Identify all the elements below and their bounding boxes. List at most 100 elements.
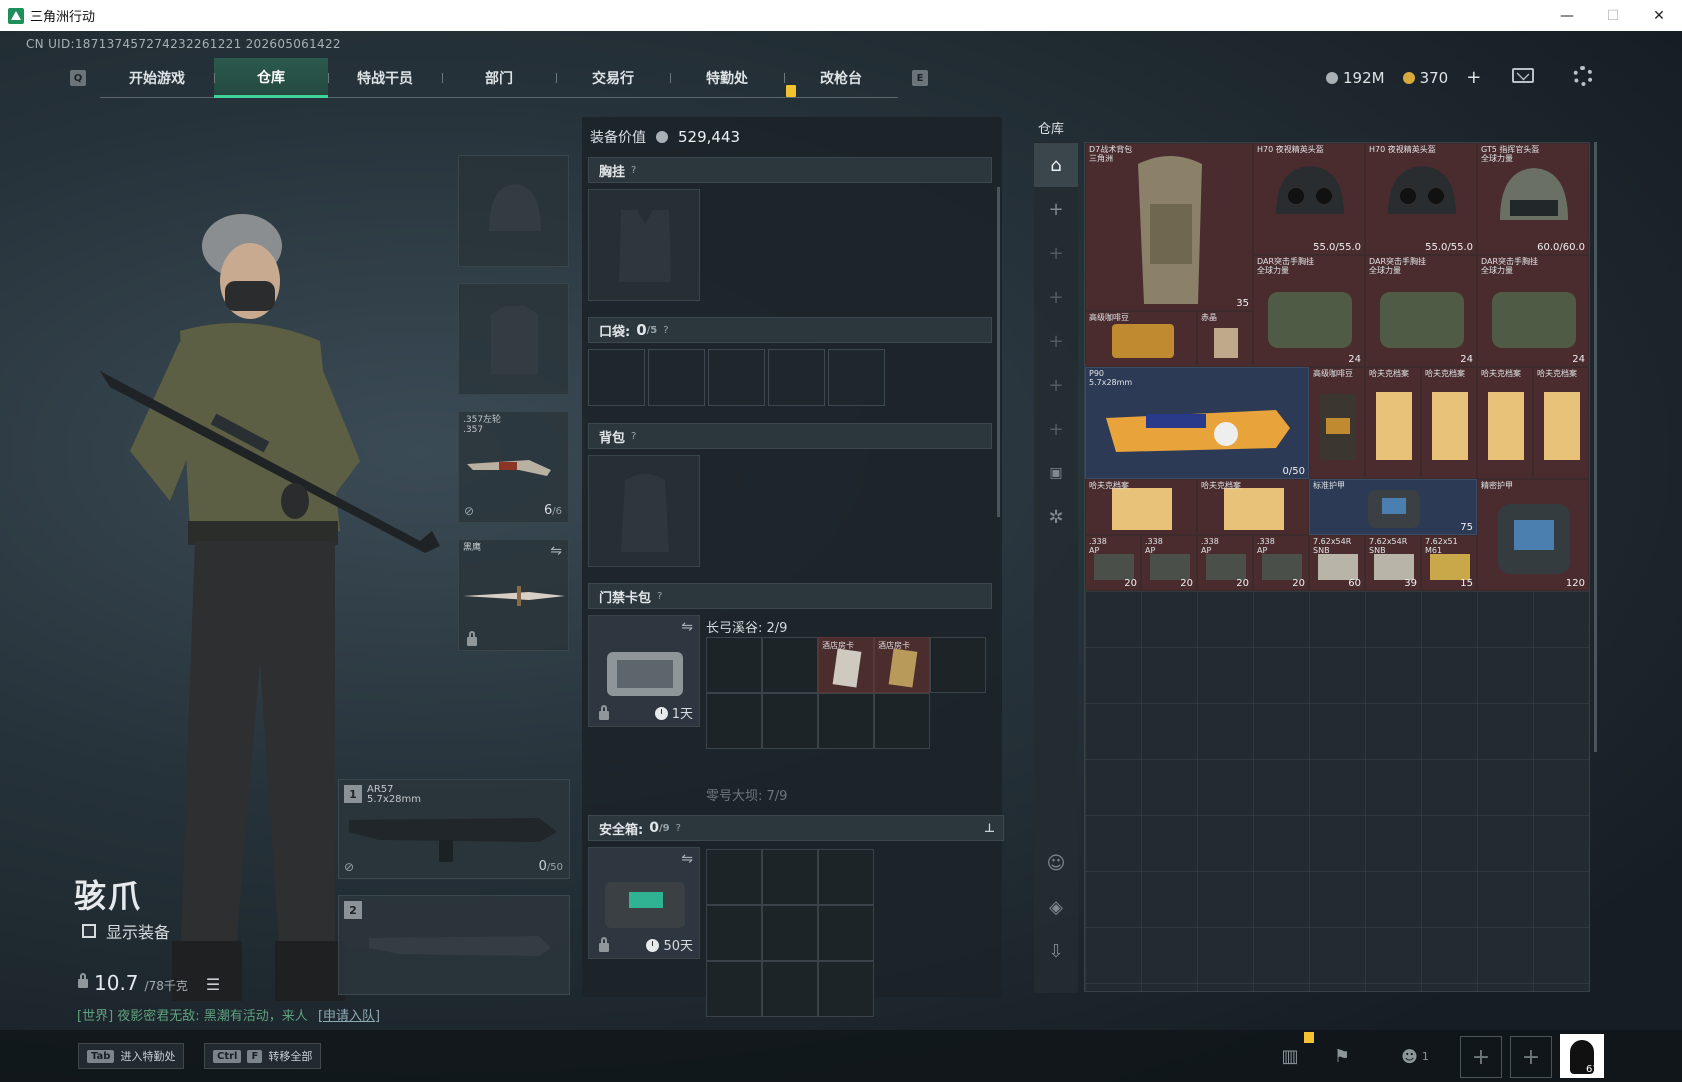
key-slot[interactable] <box>762 693 818 749</box>
tab-gunsmith[interactable]: 改枪台 <box>784 58 898 98</box>
key-card-item[interactable]: 酒店房卡 <box>818 637 874 693</box>
key-slot[interactable] <box>930 637 986 693</box>
tab-market[interactable]: 交易行 <box>556 58 670 98</box>
join-team-link[interactable]: [申请入队] <box>318 1009 380 1024</box>
safebox-slot[interactable]: ⇋ 50天 <box>588 847 700 959</box>
minimize-button[interactable]: — <box>1544 0 1590 31</box>
maximize-button[interactable]: ☐ <box>1590 0 1636 31</box>
warehouse-item[interactable]: .338 AP 20 <box>1085 535 1141 591</box>
swap-icon[interactable]: ⇋ <box>681 851 693 867</box>
key-card-item[interactable]: 酒店房卡 <box>874 637 930 693</box>
warehouse-item[interactable]: 7.62x54R SNB 60 <box>1309 535 1365 591</box>
sort-icon[interactable]: ⇩ <box>1034 929 1078 973</box>
tab-warehouse[interactable]: 仓库 <box>214 58 328 98</box>
show-equipment-toggle[interactable]: 显示装备 <box>82 919 170 943</box>
swap-icon[interactable]: ⇋ <box>681 619 693 635</box>
help-icon[interactable]: ? <box>663 325 668 336</box>
add-page-icon[interactable]: + <box>1034 187 1078 231</box>
add-page-icon[interactable]: + <box>1034 407 1078 451</box>
help-icon[interactable]: ? <box>676 823 681 834</box>
add-page-icon[interactable]: + <box>1034 275 1078 319</box>
pin-icon[interactable]: ⊥ <box>984 821 995 835</box>
invite-slot-button[interactable]: + <box>1510 1036 1552 1078</box>
safebox-cell[interactable] <box>818 961 874 1017</box>
warehouse-item[interactable]: 哈夫克档案 <box>1421 367 1477 479</box>
pocket-slot[interactable] <box>708 349 765 406</box>
keycard-case-slot[interactable]: ⇋ 1天 <box>588 615 700 727</box>
warehouse-item[interactable]: H70 夜视精英头盔 55.0/55.0 <box>1253 143 1365 255</box>
add-coupon-button[interactable]: + <box>1466 67 1481 88</box>
primary-weapon-slot[interactable]: 1 AR57 5.7x28mm ⊘ 0/50 <box>338 779 570 879</box>
tab-start-game[interactable]: 开始游戏 <box>100 58 214 98</box>
warehouse-item[interactable]: D7战术背包 三角洲 35 <box>1085 143 1253 311</box>
pocket-slot[interactable] <box>768 349 825 406</box>
close-button[interactable]: ✕ <box>1636 0 1682 31</box>
warehouse-item[interactable]: 标准护甲 75 <box>1309 479 1477 535</box>
mail-icon[interactable] <box>1512 68 1534 83</box>
warehouse-item[interactable]: .338 AP 20 <box>1141 535 1197 591</box>
settings-gear-icon[interactable]: ✲ <box>1034 495 1078 539</box>
warehouse-item[interactable]: 7.62x51 M61 15 <box>1421 535 1477 591</box>
safebox-cell[interactable] <box>706 849 762 905</box>
secondary-weapon-slot[interactable]: 2 <box>338 895 570 995</box>
safebox-cell[interactable] <box>818 905 874 961</box>
safebox-cell[interactable] <box>762 961 818 1017</box>
pistol-slot[interactable]: .357左轮 .357 ⊘ 6/6 <box>458 411 569 523</box>
safebox-cell[interactable] <box>818 849 874 905</box>
warehouse-item[interactable]: 哈夫克档案 <box>1477 367 1533 479</box>
warehouse-item[interactable]: DAR突击手胸挂 全球力量 24 <box>1477 255 1589 367</box>
chest-rig-slot[interactable] <box>588 189 700 301</box>
flag-icon[interactable]: ⚑ <box>1326 1040 1358 1072</box>
warehouse-item[interactable]: .338 AP 20 <box>1197 535 1253 591</box>
stats-icon[interactable]: ▥ <box>1274 1040 1306 1072</box>
weight-details-icon[interactable]: ☰ <box>206 975 220 994</box>
pocket-slot[interactable] <box>828 349 885 406</box>
tab-department[interactable]: 部门 <box>442 58 556 98</box>
nav-next-key[interactable]: E <box>912 70 928 86</box>
tab-special-ops[interactable]: 特勤处 <box>670 58 784 98</box>
safebox-cell[interactable] <box>706 905 762 961</box>
key-slot[interactable] <box>762 637 818 693</box>
add-page-icon[interactable]: + <box>1034 231 1078 275</box>
pocket-slot[interactable] <box>588 349 645 406</box>
warehouse-item[interactable]: GT5 指挥官头盔 全球力量 60.0/60.0 <box>1477 143 1589 255</box>
backpack-slot[interactable] <box>588 455 700 567</box>
warehouse-grid[interactable]: D7战术背包 三角洲 35 H70 夜视精英头盔 55.0/55.0 H70 夜视… <box>1084 142 1590 992</box>
enter-special-ops-hint[interactable]: Tab 进入特勤处 <box>78 1043 185 1069</box>
warehouse-item[interactable]: 高级咖啡豆 <box>1309 367 1365 479</box>
armor-slot[interactable] <box>458 283 569 395</box>
key-slot[interactable] <box>874 693 930 749</box>
invite-slot-button[interactable]: + <box>1460 1036 1502 1078</box>
help-icon[interactable]: ? <box>631 165 636 176</box>
key-slot[interactable] <box>706 693 762 749</box>
key-slot[interactable] <box>818 693 874 749</box>
settings-gear-icon[interactable] <box>1573 66 1593 86</box>
warehouse-home-icon[interactable]: ⌂ <box>1034 143 1078 187</box>
warehouse-item[interactable]: 高级咖啡豆 <box>1085 311 1197 367</box>
warehouse-item[interactable]: DAR突击手胸挂 全球力量 24 <box>1253 255 1365 367</box>
add-page-icon[interactable]: + <box>1034 319 1078 363</box>
layers-icon[interactable]: ◈ <box>1034 885 1078 929</box>
warehouse-item[interactable]: 哈夫克档案 <box>1197 479 1309 535</box>
tab-operators[interactable]: 特战干员 <box>328 58 442 98</box>
warehouse-item[interactable]: 哈夫克档案 <box>1085 479 1197 535</box>
pocket-slot[interactable] <box>648 349 705 406</box>
warehouse-item[interactable]: P90 5.7x28mm 0/50 <box>1085 367 1309 479</box>
nav-prev-key[interactable]: Q <box>70 70 86 86</box>
warehouse-item[interactable]: 哈夫克档案 <box>1533 367 1589 479</box>
friends-icon[interactable]: ☻ 1 <box>1390 1040 1440 1072</box>
helmet-slot[interactable] <box>458 155 569 267</box>
melee-slot[interactable]: 黑鹰 ⇋ <box>458 539 569 651</box>
operator-icon[interactable]: ☺ <box>1034 841 1078 885</box>
show-equipment-checkbox[interactable] <box>82 924 96 938</box>
warehouse-scrollbar[interactable] <box>1594 142 1597 752</box>
warehouse-item[interactable]: 赤晶 <box>1197 311 1253 367</box>
transfer-all-hint[interactable]: Ctrl F 转移全部 <box>204 1043 322 1069</box>
safebox-cell[interactable] <box>762 849 818 905</box>
safebox-cell[interactable] <box>706 961 762 1017</box>
add-page-icon[interactable]: + <box>1034 363 1078 407</box>
loadout-scrollbar[interactable] <box>997 187 1000 517</box>
warehouse-item[interactable]: DAR突击手胸挂 全球力量 24 <box>1365 255 1477 367</box>
warehouse-item[interactable]: H70 夜视精英头盔 55.0/55.0 <box>1365 143 1477 255</box>
warehouse-item[interactable]: 7.62x54R SNB 39 <box>1365 535 1421 591</box>
